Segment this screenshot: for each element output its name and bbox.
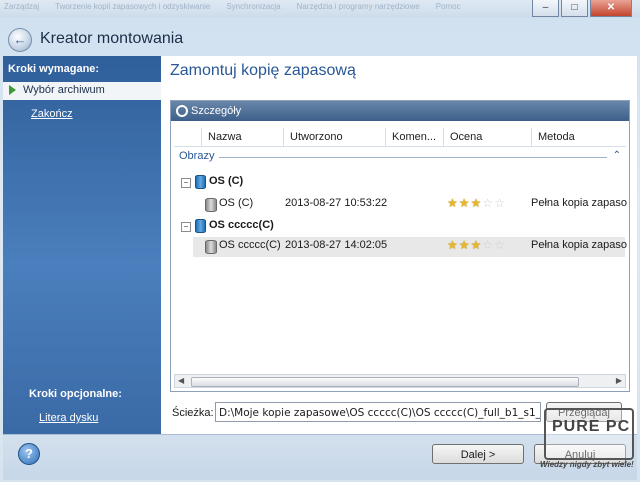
next-button[interactable]: Dalej > xyxy=(432,444,524,464)
archive-name: OS ccccc(C) xyxy=(209,219,274,231)
optional-steps-title: Kroki opcjonalne: xyxy=(29,388,122,400)
backup-method: Pełna kopia zapaso xyxy=(531,197,628,209)
archive-row[interactable]: − OS ccccc(C) xyxy=(181,217,625,237)
backup-row[interactable]: OS (C) 2013-08-27 10:53:22 ★★★☆☆ Pełna k… xyxy=(181,195,628,215)
scroll-left-icon[interactable]: ◀ xyxy=(178,376,184,385)
window-titlebar: Zarządzaj Tworzenie kopii zapasowych i o… xyxy=(0,0,640,18)
help-icon[interactable]: ? xyxy=(18,443,40,465)
archive-icon xyxy=(195,175,206,189)
star-filled-icon: ★ xyxy=(458,238,471,252)
star-filled-icon: ★ xyxy=(447,196,459,210)
sidebar-item-drive-letter[interactable]: Litera dysku xyxy=(39,412,98,424)
column-spacer xyxy=(174,128,202,146)
group-header[interactable]: Obrazy ⌃ xyxy=(179,150,623,164)
path-field[interactable]: D:\Moje kopie zapasowe\OS ccccc(C)\OS cc… xyxy=(215,402,541,422)
column-header-rating[interactable]: Ocena xyxy=(444,128,532,146)
column-header-method[interactable]: Metoda xyxy=(532,128,626,146)
background-tab: Synchronizacja xyxy=(226,2,281,11)
star-filled-icon: ★ xyxy=(447,238,459,252)
watermark-brand: PURE PC xyxy=(552,418,631,435)
watermark-logo: PURE PC Wiedzy nigdy zbyt wiele! xyxy=(540,408,638,472)
archive-row[interactable]: − OS (C) xyxy=(181,173,625,193)
minimize-button[interactable]: – xyxy=(532,0,559,17)
backup-row-selected[interactable]: OS ccccc(C) 2013-08-27 14:02:05 ★★★☆☆ Pe… xyxy=(193,237,628,257)
star-empty-icon: ☆ xyxy=(494,238,506,252)
close-button[interactable]: ✕ xyxy=(590,0,632,17)
sidebar-item-label: Wybór archiwum xyxy=(23,84,105,96)
maximize-button[interactable]: □ xyxy=(561,0,588,17)
wizard-header: ← Kreator montowania xyxy=(0,24,640,54)
back-button[interactable]: ← xyxy=(8,28,32,52)
background-tabs: Zarządzaj Tworzenie kopii zapasowych i o… xyxy=(4,2,530,14)
star-filled-icon: ★ xyxy=(470,196,483,210)
scroll-right-icon[interactable]: ▶ xyxy=(616,376,622,385)
details-header: Szczegóły xyxy=(171,101,629,121)
column-header-comment[interactable]: Komen... xyxy=(386,128,444,146)
details-panel: Szczegóły Nazwa Utworzono Komen... Ocena… xyxy=(170,100,630,392)
disk-image-icon xyxy=(205,240,217,254)
search-icon xyxy=(176,105,188,117)
watermark-tagline: Wiedzy nigdy zbyt wiele! xyxy=(540,460,634,469)
star-empty-icon: ☆ xyxy=(482,238,495,252)
rating-stars[interactable]: ★★★☆☆ xyxy=(447,238,506,252)
expander-icon[interactable]: − xyxy=(181,178,191,188)
backup-name: OS ccccc(C) xyxy=(219,239,281,251)
details-title: Szczegóły xyxy=(191,105,242,117)
column-header-created[interactable]: Utworzono xyxy=(284,128,386,146)
required-steps-title: Kroki wymagane: xyxy=(8,63,100,75)
backup-name: OS (C) xyxy=(219,197,254,209)
window-controls: – □ ✕ xyxy=(532,0,632,17)
path-label: Ścieżka: xyxy=(172,407,214,419)
table-header: Nazwa Utworzono Komen... Ocena Metoda xyxy=(174,128,626,147)
disk-image-icon xyxy=(205,198,217,212)
backup-method: Pełna kopia zapaso xyxy=(531,239,628,251)
star-empty-icon: ☆ xyxy=(482,196,495,210)
horizontal-scrollbar[interactable]: ◀ ▶ xyxy=(174,374,626,388)
background-tab: Tworzenie kopii zapasowych i odzyskiwani… xyxy=(55,2,211,11)
group-divider xyxy=(219,157,607,158)
star-filled-icon: ★ xyxy=(458,196,471,210)
backup-created: 2013-08-27 10:53:22 xyxy=(285,197,388,209)
rating-stars[interactable]: ★★★☆☆ xyxy=(447,196,506,210)
watermark-frame: PURE PC xyxy=(544,408,634,460)
collapse-icon[interactable]: ⌃ xyxy=(613,150,621,161)
star-filled-icon: ★ xyxy=(470,238,483,252)
wizard-title: Kreator montowania xyxy=(40,30,184,47)
expander-icon[interactable]: − xyxy=(181,222,191,232)
background-tab: Pomoc xyxy=(435,2,461,11)
current-step-arrow-icon xyxy=(9,85,16,95)
background-tab: Narzędzia i programy narzędziowe xyxy=(296,2,420,11)
archive-icon xyxy=(195,219,206,233)
sidebar-item-finish[interactable]: Zakończ xyxy=(31,108,73,120)
archive-name: OS (C) xyxy=(209,175,244,187)
group-label: Obrazy xyxy=(179,150,215,162)
sidebar-item-archive[interactable]: Wybór archiwum xyxy=(3,82,161,100)
backup-created: 2013-08-27 14:02:05 xyxy=(285,239,388,251)
column-header-name[interactable]: Nazwa xyxy=(202,128,284,146)
background-tab: Zarządzaj xyxy=(4,2,40,11)
scrollbar-thumb[interactable] xyxy=(191,377,579,387)
star-empty-icon: ☆ xyxy=(494,196,506,210)
page-title: Zamontuj kopię zapasową xyxy=(170,62,356,79)
steps-sidebar: Kroki wymagane: Wybór archiwum Zakończ K… xyxy=(3,56,161,434)
